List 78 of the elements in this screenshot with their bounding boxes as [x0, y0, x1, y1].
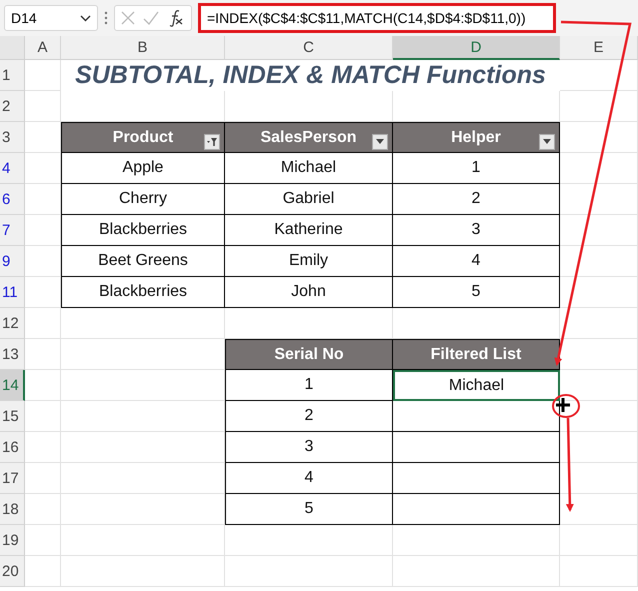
table-cell: Michael [225, 153, 393, 184]
row-header[interactable]: 6 [0, 184, 25, 215]
filter-button[interactable] [539, 134, 555, 150]
row-header[interactable]: 7 [0, 215, 25, 246]
table-cell: 1 [393, 153, 560, 184]
grip-icon [104, 11, 108, 25]
column-header[interactable]: E [560, 36, 638, 60]
row-header[interactable]: 18 [0, 494, 25, 525]
table-cell: Blackberries [61, 277, 225, 308]
empty-cell[interactable] [61, 525, 225, 556]
cancel-icon[interactable] [121, 11, 135, 25]
empty-cell[interactable] [560, 525, 638, 556]
header-label: Helper [451, 128, 501, 146]
empty-cell[interactable] [393, 556, 560, 587]
table-header: Filtered List [393, 339, 560, 370]
row-header[interactable]: 15 [0, 401, 25, 432]
table-cell[interactable] [393, 432, 560, 463]
column-header[interactable]: A [25, 36, 61, 60]
table-cell: Beet Greens [61, 246, 225, 277]
table-cell[interactable]: 3 [225, 432, 393, 463]
table-cell: Emily [225, 246, 393, 277]
table-cell[interactable]: 5 [225, 494, 393, 525]
fill-handle-cursor-icon [554, 396, 572, 414]
chevron-down-icon [80, 14, 91, 22]
row-header[interactable]: 14 [0, 370, 25, 401]
empty-cell[interactable] [560, 91, 638, 122]
row-header[interactable]: 3 [0, 122, 25, 153]
column-header[interactable]: D [393, 36, 560, 60]
column-header[interactable]: C [225, 36, 393, 60]
highlight-circle [552, 394, 580, 418]
funnel-icon [206, 136, 218, 148]
row-header[interactable]: 2 [0, 91, 25, 122]
check-icon[interactable] [143, 11, 159, 25]
row-header[interactable]: 12 [0, 308, 25, 339]
filter-button[interactable] [204, 134, 220, 150]
table-cell: Apple [61, 153, 225, 184]
table-cell: Gabriel [225, 184, 393, 215]
caret-icon [542, 139, 552, 145]
empty-cell[interactable] [225, 556, 393, 587]
table-cell: John [225, 277, 393, 308]
header-label: SalesPerson [260, 128, 357, 146]
filter-button[interactable] [372, 134, 388, 150]
table-cell[interactable] [393, 401, 560, 432]
row-header[interactable]: 17 [0, 463, 25, 494]
row-header[interactable]: 16 [0, 432, 25, 463]
empty-cell[interactable] [560, 308, 638, 339]
table-cell: 2 [393, 184, 560, 215]
table-cell: 4 [393, 246, 560, 277]
table-cell[interactable]: 1 [225, 370, 393, 401]
table-cell[interactable]: 4 [225, 463, 393, 494]
empty-cell[interactable] [560, 60, 638, 91]
table-cell[interactable] [393, 463, 560, 494]
table-cell: 5 [393, 277, 560, 308]
empty-cell[interactable] [61, 556, 225, 587]
table-cell[interactable]: Michael [393, 370, 560, 401]
table-cell[interactable]: 2 [225, 401, 393, 432]
table-cell: 3 [393, 215, 560, 246]
row-header[interactable]: 19 [0, 525, 25, 556]
empty-cell[interactable] [560, 556, 638, 587]
table-header: Serial No [225, 339, 393, 370]
select-all-button[interactable] [0, 36, 25, 60]
row-header[interactable]: 11 [0, 277, 25, 308]
table-cell[interactable] [393, 494, 560, 525]
table-cell: Cherry [61, 184, 225, 215]
table-cell: Blackberries [61, 215, 225, 246]
table-cell: Katherine [225, 215, 393, 246]
function-icon[interactable] [167, 9, 185, 27]
formula-field[interactable]: =INDEX($C$4:$C$11,MATCH(C14,$D$4:$D$11,0)) [198, 3, 556, 33]
row-header[interactable]: 20 [0, 556, 25, 587]
row-header[interactable]: 4 [0, 153, 25, 184]
row-header[interactable]: 1 [0, 60, 25, 91]
sheet-title: SUBTOTAL, INDEX & MATCH Functions [74, 60, 547, 91]
row-header[interactable]: 9 [0, 246, 25, 277]
column-header[interactable]: B [61, 36, 225, 60]
header-label: Product [112, 128, 174, 146]
row-header[interactable]: 13 [0, 339, 25, 370]
name-box[interactable]: D14 [4, 5, 98, 31]
caret-icon [375, 139, 385, 145]
